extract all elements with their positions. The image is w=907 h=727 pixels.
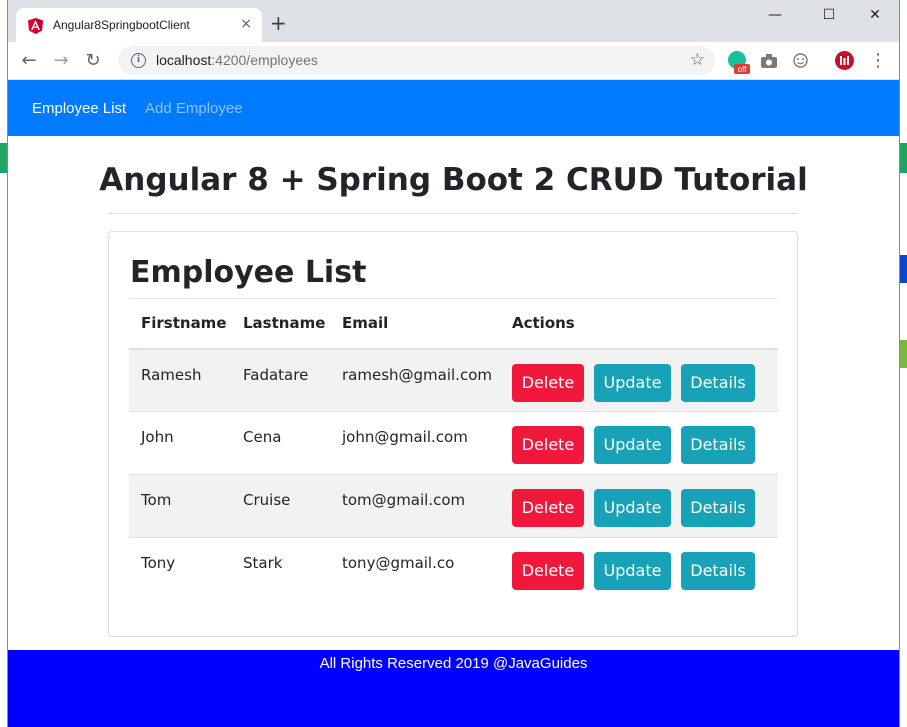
screen: Angular8SpringbootClient × + — ☐ ✕ ← → ↻… [0,0,907,727]
cell-firstname: John [129,412,231,475]
cell-email: tony@gmail.co [330,538,500,601]
delete-button[interactable]: Delete [512,489,584,527]
extension-badge: off [738,65,748,74]
cell-firstname: Ramesh [129,349,231,412]
browser-toolbar: ← → ↻ i localhost:4200/employees ☆ off [8,42,899,80]
table-row: Tony Stark tony@gmail.co Delete Update Det… [129,538,778,601]
footer-text: All Rights Reserved 2019 @JavaGuides [8,655,899,672]
employee-table: Firstname Lastname Email Actions Ramesh … [129,298,778,601]
maximize-button[interactable]: ☐ [806,4,852,30]
delete-button[interactable]: Delete [512,552,584,590]
back-icon[interactable]: ← [19,51,39,71]
cell-actions: Delete Update Details [500,412,778,475]
app-navbar: Employee List Add Employee [8,80,899,136]
reload-icon[interactable]: ↻ [83,51,103,71]
nav-link-employee-list[interactable]: Employee List [32,100,126,117]
emoji-extension-icon[interactable] [793,53,808,72]
browser-tab[interactable]: Angular8SpringbootClient × [16,8,262,42]
cell-actions: Delete Update Details [500,475,778,538]
url-text: localhost:4200/employees [156,52,318,68]
cell-lastname: Cruise [231,475,330,538]
profile-avatar-icon[interactable] [835,51,854,74]
update-button[interactable]: Update [594,489,671,527]
camera-icon[interactable] [761,53,777,72]
close-window-button[interactable]: ✕ [852,4,898,30]
details-button[interactable]: Details [681,364,755,402]
cell-firstname: Tony [129,538,231,601]
minimize-button[interactable]: — [752,4,798,30]
forward-icon[interactable]: → [51,51,71,71]
cell-email: john@gmail.com [330,412,500,475]
cell-email: tom@gmail.com [330,475,500,538]
column-header-email: Email [330,299,500,349]
column-header-firstname: Firstname [129,299,231,349]
cell-lastname: Stark [231,538,330,601]
delete-button[interactable]: Delete [512,364,584,402]
table-row: Tom Cruise tom@gmail.com Delete Update Det… [129,475,778,538]
card-heading: Employee List [130,255,366,290]
column-header-lastname: Lastname [231,299,330,349]
update-button[interactable]: Update [594,552,671,590]
update-button[interactable]: Update [594,364,671,402]
title-divider [108,213,798,214]
tab-title: Angular8SpringbootClient [53,18,190,32]
cell-actions: Delete Update Details [500,349,778,412]
background-blue-strip [899,255,907,283]
table-row: Ramesh Fadatare ramesh@gmail.com Delete U… [129,349,778,412]
address-bar[interactable]: i localhost:4200/employees ☆ [118,46,715,75]
new-tab-button[interactable]: + [270,13,287,33]
cell-lastname: Fadatare [231,349,330,412]
angular-icon [28,18,43,34]
site-info-icon[interactable]: i [131,53,146,68]
browser-titlebar: Angular8SpringbootClient × + — ☐ ✕ [8,0,899,42]
background-green-strip [899,340,907,368]
details-button[interactable]: Details [681,426,755,464]
delete-button[interactable]: Delete [512,426,584,464]
tab-close-icon[interactable]: × [240,16,252,32]
employee-list-card: Employee List Firstname Lastname Email A… [108,231,798,637]
cell-actions: Delete Update Details [500,538,778,601]
cell-firstname: Tom [129,475,231,538]
table-row: John Cena john@gmail.com Delete Update Det… [129,412,778,475]
background-green-strip [899,143,907,173]
details-button[interactable]: Details [681,552,755,590]
chrome-menu-icon[interactable]: ⋮ [868,51,888,71]
page-footer: All Rights Reserved 2019 @JavaGuides [8,650,899,727]
page-title: Angular 8 + Spring Boot 2 CRUD Tutorial [8,162,899,198]
details-button[interactable]: Details [681,489,755,527]
table-header-row: Firstname Lastname Email Actions [129,299,778,349]
grammarly-extension-icon[interactable]: off [726,50,750,80]
bookmark-star-icon[interactable]: ☆ [690,50,705,70]
cell-email: ramesh@gmail.com [330,349,500,412]
browser-window: Angular8SpringbootClient × + — ☐ ✕ ← → ↻… [7,0,900,727]
update-button[interactable]: Update [594,426,671,464]
nav-link-add-employee[interactable]: Add Employee [145,100,243,117]
column-header-actions: Actions [500,299,778,349]
cell-lastname: Cena [231,412,330,475]
